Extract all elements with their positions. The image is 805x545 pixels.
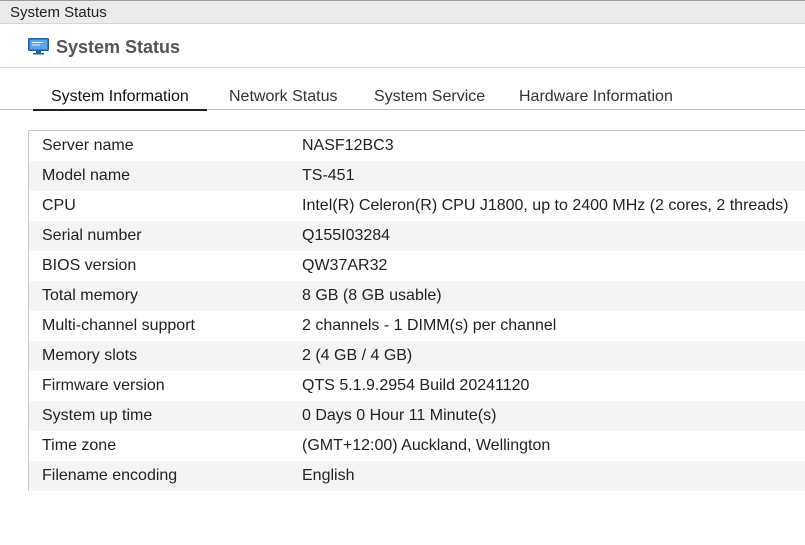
row-value: 2 (4 GB / 4 GB) <box>302 347 413 364</box>
row-label: Firmware version <box>42 377 165 394</box>
row-value: TS-451 <box>302 167 355 184</box>
table-row: Total memory 8 GB (8 GB usable) <box>29 281 805 311</box>
tab-hardware-information[interactable]: Hardware Information <box>519 88 673 110</box>
system-info-table: Server name NASF12BC3 Model name TS-451 … <box>28 130 805 491</box>
table-row: Server name NASF12BC3 <box>29 131 805 161</box>
page-header: System Status <box>0 24 805 68</box>
table-row: Firmware version QTS 5.1.9.2954 Build 20… <box>29 371 805 401</box>
table-row: Memory slots 2 (4 GB / 4 GB) <box>29 341 805 371</box>
table-row: System up time 0 Days 0 Hour 11 Minute(s… <box>29 401 805 431</box>
row-label: Memory slots <box>42 347 138 364</box>
row-value: English <box>302 467 355 484</box>
row-label: System up time <box>42 407 153 424</box>
row-label: Multi-channel support <box>42 317 195 334</box>
table-row: Model name TS-451 <box>29 161 805 191</box>
row-label: Model name <box>42 167 131 184</box>
monitor-icon <box>28 38 49 55</box>
table-row: Time zone (GMT+12:00) Auckland, Wellingt… <box>29 431 805 461</box>
table-row: Serial number Q155I03284 <box>29 221 805 251</box>
row-value: (GMT+12:00) Auckland, Wellington <box>302 437 551 454</box>
tab-system-service[interactable]: System Service <box>374 88 485 110</box>
row-value: NASF12BC3 <box>302 137 394 154</box>
row-value: Intel(R) Celeron(R) CPU J1800, up to 240… <box>302 197 789 214</box>
row-label: Server name <box>42 137 134 154</box>
table-row: Filename encoding English <box>29 461 805 491</box>
table-row: CPU Intel(R) Celeron(R) CPU J1800, up to… <box>29 191 805 221</box>
row-label: Total memory <box>42 287 139 304</box>
row-value: 8 GB (8 GB usable) <box>302 287 442 304</box>
table-row: BIOS version QW37AR32 <box>29 251 805 281</box>
row-value: QW37AR32 <box>302 257 388 274</box>
tab-system-information[interactable]: System Information <box>33 88 207 111</box>
row-label: Filename encoding <box>42 467 178 484</box>
row-label: BIOS version <box>42 257 137 274</box>
row-value: Q155I03284 <box>302 227 391 244</box>
row-label: Time zone <box>42 437 117 454</box>
tab-bar: System Information Network Status System… <box>0 68 805 111</box>
row-value: 0 Days 0 Hour 11 Minute(s) <box>302 407 497 424</box>
tab-network-status[interactable]: Network Status <box>229 88 337 110</box>
row-value: 2 channels - 1 DIMM(s) per channel <box>302 317 557 334</box>
row-label: CPU <box>42 197 76 214</box>
window-titlebar: System Status <box>0 0 805 24</box>
row-value: QTS 5.1.9.2954 Build 20241120 <box>302 377 530 394</box>
page-title: System Status <box>56 37 181 57</box>
row-label: Serial number <box>42 227 142 244</box>
window-title: System Status <box>10 4 107 21</box>
table-row: Multi-channel support 2 channels - 1 DIM… <box>29 311 805 341</box>
